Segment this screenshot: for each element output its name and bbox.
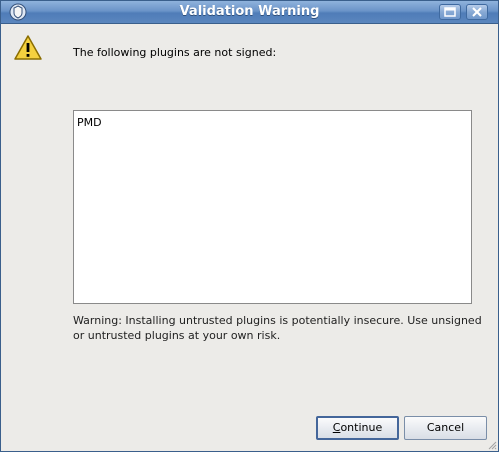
unsigned-plugins-message: The following plugins are not signed: <box>73 46 277 59</box>
maximize-icon <box>444 7 456 17</box>
resize-grip-icon[interactable] <box>487 440 497 450</box>
cancel-button[interactable]: Cancel <box>404 416 487 440</box>
continue-label: ontinue <box>340 421 383 434</box>
close-icon <box>472 7 482 17</box>
close-button[interactable] <box>466 4 488 20</box>
maximize-button[interactable] <box>439 4 461 20</box>
plugins-list[interactable]: PMD <box>73 110 472 304</box>
risk-warning-text: Warning: Installing untrusted plugins is… <box>73 314 482 342</box>
list-item[interactable]: PMD <box>77 116 102 129</box>
window-title: Validation Warning <box>179 4 320 19</box>
title-bar[interactable]: Validation Warning <box>1 1 498 24</box>
continue-button[interactable]: Continue <box>316 416 399 440</box>
warning-icon <box>14 35 42 60</box>
validation-warning-dialog: Validation Warning The following plugins… <box>0 0 499 452</box>
